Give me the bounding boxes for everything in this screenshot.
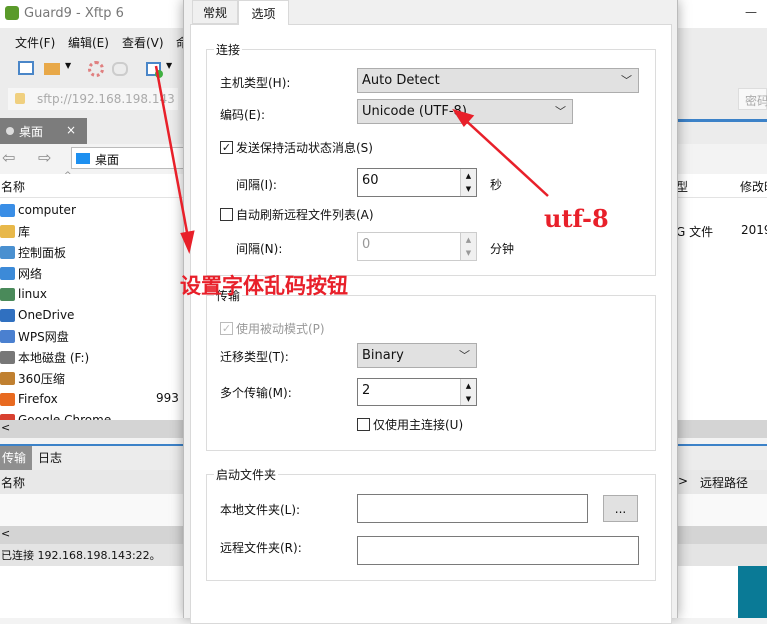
annotation-arrows xyxy=(154,65,549,255)
arrowhead-icon xyxy=(180,230,195,255)
arrow-to-encoding-select xyxy=(461,116,549,197)
arrow-to-encoding-button xyxy=(154,65,191,244)
button-annotation: 设置字体乱码按钮 xyxy=(180,274,348,298)
utf8-annotation: utf-8 xyxy=(544,204,609,233)
tab-options[interactable]: 选项 xyxy=(238,0,289,25)
